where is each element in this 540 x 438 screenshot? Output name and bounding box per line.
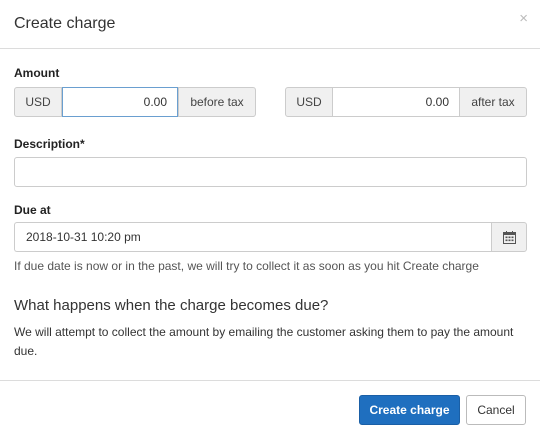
modal-header: Create charge × xyxy=(0,0,540,49)
currency-addon-before-tax: USD xyxy=(14,87,62,117)
cancel-button[interactable]: Cancel xyxy=(466,395,526,425)
amount-label: Amount xyxy=(14,66,60,80)
due-at-input[interactable] xyxy=(14,222,491,252)
info-heading: What happens when the charge becomes due… xyxy=(14,297,329,314)
modal-title: Create charge xyxy=(14,15,116,32)
due-at-group xyxy=(14,222,527,252)
info-body: We will attempt to collect the amount by… xyxy=(14,325,514,358)
calendar-icon xyxy=(502,230,516,244)
currency-addon-after-tax: USD xyxy=(285,87,333,117)
due-at-label: Due at xyxy=(14,203,51,217)
amount-after-tax-group: USD after tax xyxy=(285,87,527,117)
amount-before-tax-input[interactable] xyxy=(62,87,178,117)
amount-before-tax-group: USD before tax xyxy=(14,87,256,117)
before-tax-addon: before tax xyxy=(178,87,256,117)
due-at-help-text: If due date is now or in the past, we wi… xyxy=(14,259,479,273)
close-icon[interactable]: × xyxy=(519,11,528,27)
create-charge-button[interactable]: Create charge xyxy=(359,395,460,425)
amount-after-tax-input[interactable] xyxy=(333,87,459,117)
calendar-button[interactable] xyxy=(491,222,527,252)
description-input[interactable] xyxy=(14,157,527,187)
description-label: Description* xyxy=(14,137,85,151)
after-tax-addon: after tax xyxy=(459,87,527,117)
